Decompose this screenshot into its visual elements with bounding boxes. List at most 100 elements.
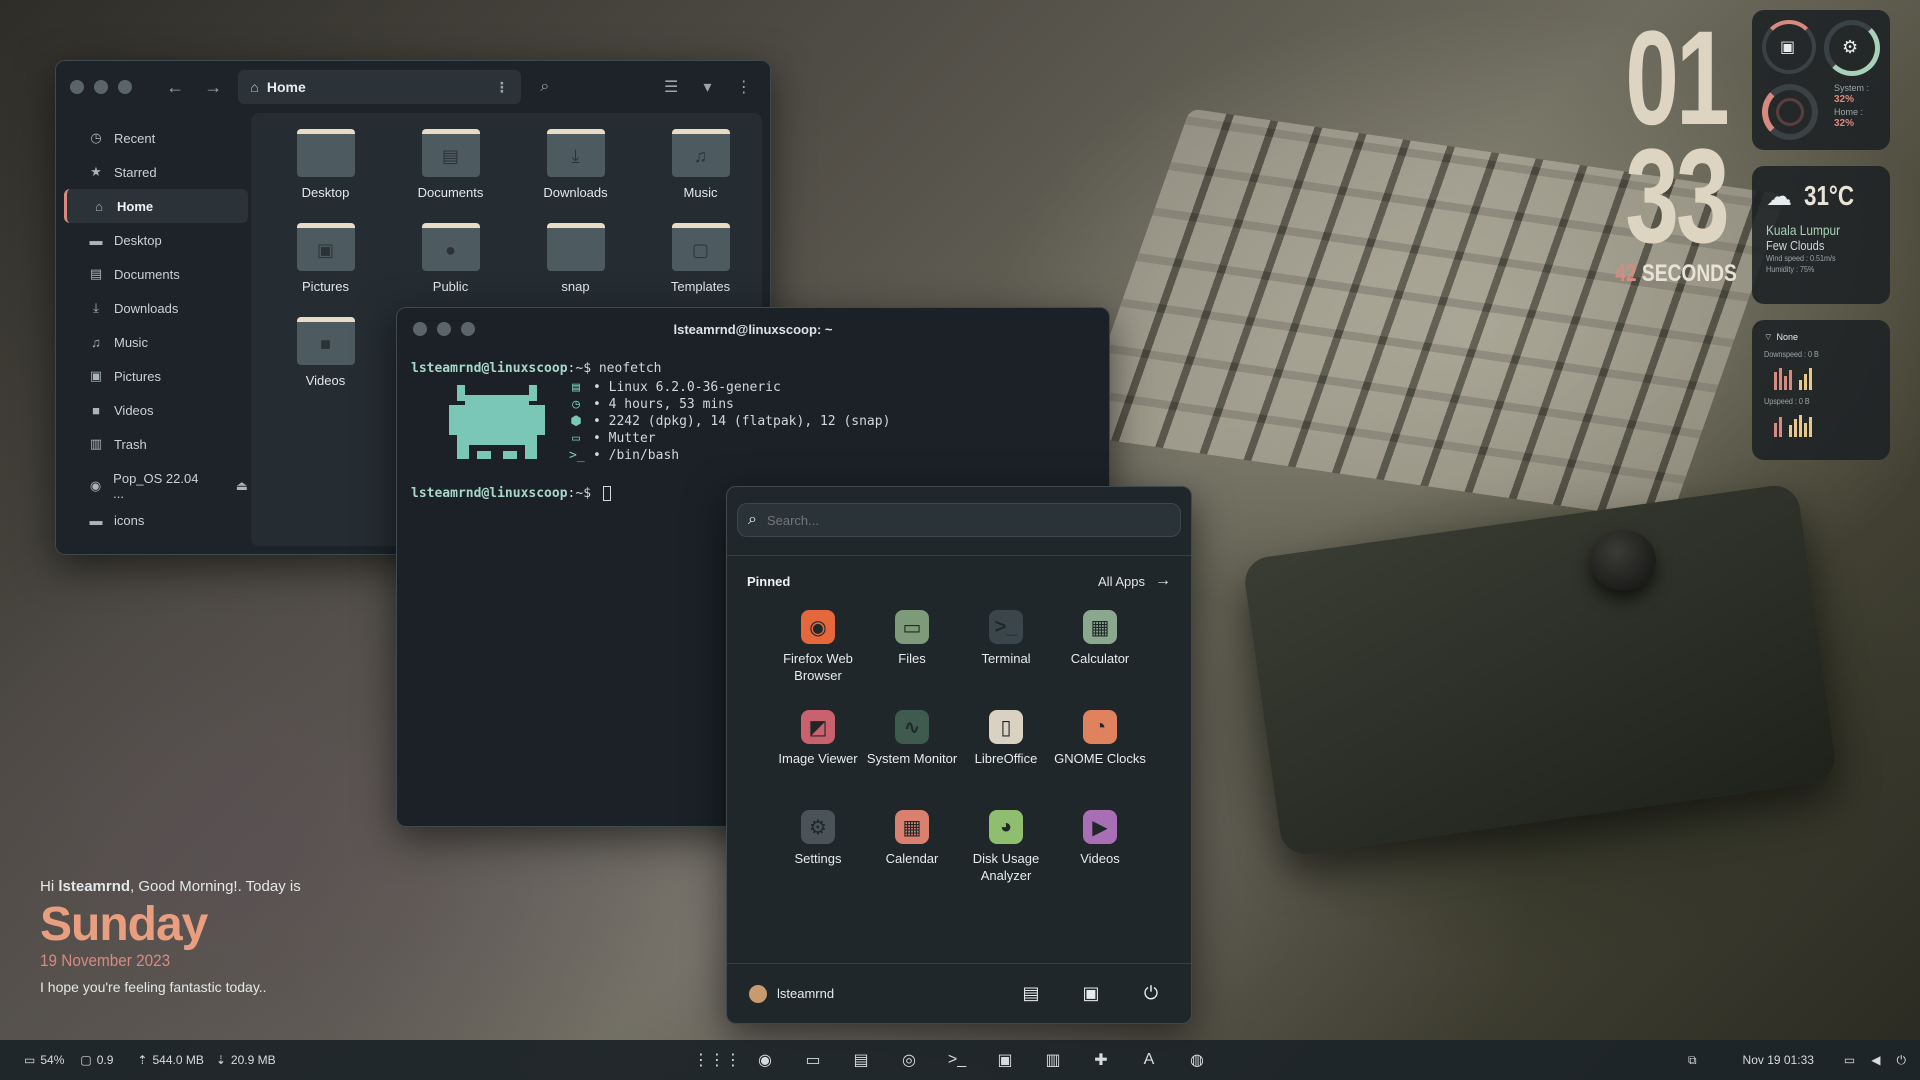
- folder-item[interactable]: ● Public: [388, 223, 513, 307]
- search-input[interactable]: [766, 512, 1170, 528]
- sidebar-item-pictures[interactable]: ▣ Pictures: [64, 359, 248, 393]
- calendar-icon: ▦: [895, 810, 929, 844]
- maximize-button[interactable]: [118, 80, 132, 94]
- disk-icon: ◉: [89, 478, 102, 493]
- app-calendar[interactable]: ▦ Calendar: [865, 808, 959, 902]
- sidebar-item-trash[interactable]: ▥ Trash: [64, 427, 248, 461]
- folder-item[interactable]: ■ Videos: [263, 317, 388, 401]
- chevron-down-icon[interactable]: ▾: [695, 77, 719, 97]
- software-icon[interactable]: ▥: [1041, 1048, 1065, 1072]
- font-viewer-icon[interactable]: A: [1137, 1048, 1161, 1072]
- sidebar-item-downloads[interactable]: ⤓ Downloads: [64, 291, 248, 325]
- app-disk-usage-analyzer[interactable]: ◕ Disk Usage Analyzer: [959, 808, 1053, 902]
- window-switch-icon[interactable]: ⧉: [1688, 1053, 1697, 1068]
- battery-status[interactable]: ▭ 54%: [24, 1053, 64, 1067]
- terminal-icon[interactable]: ▣: [1073, 983, 1109, 1004]
- ram-value: 544.0 MB: [152, 1053, 204, 1067]
- forward-icon[interactable]: →: [200, 77, 226, 98]
- sidebar-item-recent[interactable]: ◷ Recent: [64, 121, 248, 155]
- app-glyph: ▯: [1000, 716, 1012, 739]
- datetime[interactable]: Nov 19 01:33: [1743, 1053, 1814, 1067]
- app-system-monitor[interactable]: ∿ System Monitor: [865, 708, 959, 802]
- folder-glyph: ▤: [441, 146, 459, 166]
- swap-status[interactable]: ⇣ 20.9 MB: [216, 1053, 276, 1067]
- system-widget: ▣ ⚙ System : 32% Home : 32%: [1752, 10, 1890, 150]
- screen-icon[interactable]: ▭: [1844, 1053, 1855, 1067]
- app-videos[interactable]: ▶ Videos: [1053, 808, 1147, 902]
- folder-name: snap: [561, 279, 590, 294]
- terminal-icon[interactable]: >_: [945, 1048, 969, 1072]
- sidebar-item-videos[interactable]: ■ Videos: [64, 393, 248, 427]
- app-grid-icon[interactable]: ⋮⋮⋮: [693, 1048, 741, 1072]
- folder-item[interactable]: ⤓ Downloads: [513, 129, 638, 213]
- app-terminal[interactable]: >_ Terminal: [959, 608, 1053, 702]
- cloud-icon: ☁: [1766, 180, 1792, 211]
- close-button[interactable]: [70, 80, 84, 94]
- folder-item[interactable]: Desktop: [263, 129, 388, 213]
- all-apps-button[interactable]: All Apps →: [1098, 572, 1171, 590]
- sidebar: ◷ Recent ★ Starred ⌂ Home ▬ Desktop ▤ Documents ⤓ D…: [56, 113, 256, 554]
- sidebar-item-music[interactable]: ♫ Music: [64, 325, 248, 359]
- home-icon: ⌂: [95, 198, 103, 214]
- spotify-icon[interactable]: ◍: [1185, 1048, 1209, 1072]
- username[interactable]: lsteamrnd: [777, 986, 834, 1001]
- avatar[interactable]: [749, 984, 767, 1003]
- folder-item[interactable]: ▤ Documents: [388, 129, 513, 213]
- search-box[interactable]: ⌕: [737, 503, 1181, 537]
- folder-item[interactable]: snap: [513, 223, 638, 307]
- app-firefox-web-browser[interactable]: ◉ Firefox Web Browser: [771, 608, 865, 702]
- disk-icon[interactable]: ▣: [993, 1048, 1017, 1072]
- app-calculator[interactable]: ▦ Calculator: [1053, 608, 1147, 702]
- app-glyph: ▦: [1090, 616, 1110, 639]
- app-name: Terminal: [981, 651, 1031, 666]
- path-menu-icon[interactable]: ⋮: [495, 79, 509, 96]
- star-icon: ★: [90, 164, 102, 179]
- sidebar-drive[interactable]: ▬ icons: [64, 503, 248, 537]
- sidebar-item-starred[interactable]: ★ Starred: [64, 155, 248, 189]
- app-gnome-clocks[interactable]: ◔ GNOME Clocks: [1053, 708, 1147, 802]
- sidebar-item-documents[interactable]: ▤ Documents: [64, 257, 248, 291]
- app-image-viewer[interactable]: ◩ Image Viewer: [771, 708, 865, 802]
- sidebar-item-label: Music: [114, 334, 148, 350]
- app-libreoffice[interactable]: ▯ LibreOffice: [959, 708, 1053, 802]
- info-text: • 4 hours, 53 mins: [593, 397, 734, 412]
- firefox-icon[interactable]: ◉: [753, 1048, 777, 1072]
- folder-item[interactable]: ▣ Pictures: [263, 223, 388, 307]
- load-status[interactable]: ▢ 0.9: [80, 1053, 113, 1067]
- folder-item[interactable]: ▢ Templates: [638, 223, 763, 307]
- folder-item[interactable]: ♫ Music: [638, 129, 763, 213]
- files-icon[interactable]: ▤: [1013, 983, 1049, 1004]
- folder-icon: ■: [296, 317, 355, 365]
- clock-widget: 01 33 42 SECONDS: [1600, 4, 1752, 288]
- window-controls: [70, 80, 132, 94]
- greeting-line: Hi lsteamrnd, Good Morning!. Today is: [40, 878, 301, 895]
- sidebar-item-home[interactable]: ⌂ Home: [64, 189, 248, 223]
- sidebar-item-desktop[interactable]: ▬ Desktop: [64, 223, 248, 257]
- ram-status[interactable]: ⇡ 544.0 MB: [137, 1053, 203, 1067]
- app-settings[interactable]: ⚙ Settings: [771, 808, 865, 902]
- power-icon[interactable]: ⏻: [1133, 983, 1169, 1004]
- minimize-button[interactable]: [94, 80, 108, 94]
- back-icon[interactable]: ←: [162, 77, 188, 98]
- list-view-icon[interactable]: ☰: [659, 77, 683, 97]
- sidebar-drive[interactable]: ◉ Pop_OS 22.04 ... ⏏: [64, 469, 248, 503]
- app-files[interactable]: ▭ Files: [865, 608, 959, 702]
- space-invader-logo: [449, 385, 545, 465]
- path-bar[interactable]: ⌂ Home ⋮: [238, 70, 521, 104]
- battery-value: 54%: [40, 1053, 65, 1067]
- menu-icon[interactable]: ⋮: [732, 77, 756, 97]
- weather-widget: ☁ 31°C Kuala Lumpur Few Clouds Wind spee…: [1752, 166, 1890, 304]
- power-icon[interactable]: ⏻: [1897, 1053, 1907, 1068]
- clock-hours: 01: [1625, 4, 1729, 153]
- greeting-day: Sunday: [40, 898, 208, 951]
- app-menu[interactable]: ⌕ Pinned All Apps → ◉ Firefox Web Browser ▭…: [726, 486, 1192, 1024]
- search-icon[interactable]: ⌕: [533, 78, 557, 96]
- app-name: LibreOffice: [974, 751, 1038, 766]
- app-name: Calendar: [885, 851, 939, 866]
- text-editor-icon[interactable]: ▤: [849, 1048, 873, 1072]
- eject-icon[interactable]: ⏏: [236, 478, 248, 494]
- extensions-icon[interactable]: ✚: [1089, 1048, 1113, 1072]
- help-icon[interactable]: ◎: [897, 1048, 921, 1072]
- volume-icon[interactable]: ◀: [1871, 1053, 1880, 1067]
- files-icon[interactable]: ▭: [801, 1048, 825, 1072]
